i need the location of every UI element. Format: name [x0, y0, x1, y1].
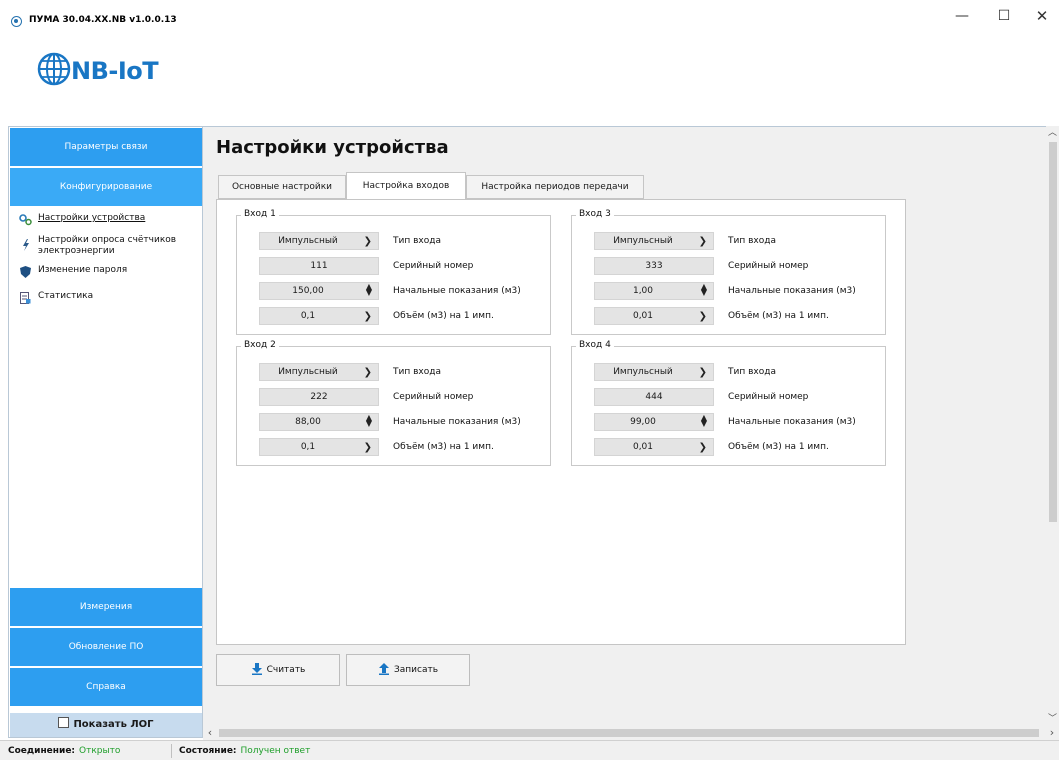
- tab-input-settings[interactable]: Настройка входов: [346, 172, 466, 200]
- serial-number-field[interactable]: 111: [259, 257, 379, 275]
- volume-per-pulse-select[interactable]: 0,01 ❯: [594, 438, 714, 456]
- nav-help[interactable]: Справка: [10, 668, 202, 707]
- show-log-toggle[interactable]: Показать ЛОГ: [10, 713, 202, 737]
- vertical-scrollbar[interactable]: ︿ ﹀: [1046, 126, 1059, 726]
- menu-change-password-label: Изменение пароля: [38, 265, 128, 275]
- nav-configuration[interactable]: Конфигурирование: [10, 168, 202, 207]
- show-log-checkbox[interactable]: [58, 717, 70, 728]
- vertical-scroll-thumb[interactable]: [1049, 142, 1057, 522]
- initial-reading-spinbox[interactable]: 1,00 ▲ ▼: [594, 282, 714, 300]
- input-type-select[interactable]: Импульсный ❯: [259, 363, 379, 381]
- tab-transmission-periods[interactable]: Настройка периодов передачи: [466, 175, 644, 199]
- chevron-down-icon: ❯: [698, 367, 707, 378]
- read-button-label: Считать: [266, 665, 306, 675]
- horizontal-scroll-thumb[interactable]: [219, 729, 1039, 737]
- spin-arrows-icon[interactable]: ▲ ▼: [366, 283, 372, 297]
- globe-icon: [37, 52, 71, 86]
- connection-status: Соединение: Открыто: [8, 746, 121, 756]
- input-group-title: Вход 3: [576, 209, 614, 219]
- write-button[interactable]: Записать: [346, 654, 470, 686]
- write-button-label: Записать: [393, 665, 439, 675]
- chevron-down-icon: ❯: [363, 236, 372, 247]
- chevron-down-icon: ❯: [698, 311, 707, 322]
- chevron-down-icon: ❯: [363, 311, 372, 322]
- initial-reading-spinbox[interactable]: 150,00 ▲ ▼: [259, 282, 379, 300]
- menu-meter-polling[interactable]: Настройки опроса счётчиков электроэнерги…: [19, 235, 199, 257]
- scroll-left-icon[interactable]: ‹: [203, 726, 217, 740]
- upload-arrow-icon: [378, 662, 390, 678]
- input-group-4: Вход 4 Импульсный ❯ Тип входа 444 Серийны…: [571, 340, 886, 466]
- nav-firmware-update[interactable]: Обновление ПО: [10, 628, 202, 667]
- menu-change-password[interactable]: Изменение пароля: [19, 265, 127, 278]
- input-type-select[interactable]: Импульсный ❯: [594, 232, 714, 250]
- minimize-button[interactable]: —: [950, 6, 974, 26]
- read-button[interactable]: Считать: [216, 654, 340, 686]
- serial-number-field[interactable]: 333: [594, 257, 714, 275]
- spin-arrows-icon[interactable]: ▲ ▼: [366, 414, 372, 428]
- chevron-down-icon: ❯: [698, 442, 707, 453]
- volume-per-pulse-select[interactable]: 0,1 ❯: [259, 307, 379, 325]
- show-log-label: Показать ЛОГ: [73, 719, 154, 730]
- nav-connection-params[interactable]: Параметры связи: [10, 128, 202, 167]
- status-bar: Соединение: Открыто Состояние: Получен отв…: [0, 740, 1059, 760]
- chevron-down-icon: ❯: [698, 236, 707, 247]
- spin-arrows-icon[interactable]: ▲ ▼: [701, 414, 707, 428]
- horizontal-scrollbar[interactable]: ‹ ›: [203, 726, 1059, 740]
- serial-number-field[interactable]: 444: [594, 388, 714, 406]
- maximize-button[interactable]: ☐: [992, 6, 1016, 26]
- scroll-down-icon[interactable]: ﹀: [1046, 712, 1059, 726]
- nav-measurements[interactable]: Измерения: [10, 588, 202, 627]
- input-type-select[interactable]: Импульсный ❯: [594, 363, 714, 381]
- menu-statistics[interactable]: Статистика: [19, 291, 93, 304]
- spin-arrows-icon[interactable]: ▲ ▼: [701, 283, 707, 297]
- title-bar: ПУМА 30.04.XX.NB v1.0.0.13 — ☐ ✕: [0, 0, 1059, 38]
- state-status: Состояние: Получен ответ: [179, 746, 311, 756]
- menu-device-settings[interactable]: Настройки устройства: [19, 213, 145, 226]
- status-divider: [171, 744, 172, 758]
- volume-per-pulse-select[interactable]: 0,1 ❯: [259, 438, 379, 456]
- input-type-select[interactable]: Импульсный ❯: [259, 232, 379, 250]
- scroll-right-icon[interactable]: ›: [1045, 726, 1059, 740]
- menu-meter-polling-label: Настройки опроса счётчиков электроэнерги…: [38, 235, 177, 256]
- logo-text: NB-IoT: [71, 57, 159, 85]
- input-group-title: Вход 1: [241, 209, 279, 219]
- lightning-icon: [19, 238, 32, 251]
- window-title: ПУМА 30.04.XX.NB v1.0.0.13: [29, 15, 177, 25]
- input-group-3: Вход 3 Импульсный ❯ Тип входа 333 Серийны…: [571, 209, 886, 335]
- menu-device-settings-label: Настройки устройства: [38, 213, 146, 223]
- chevron-down-icon: ❯: [363, 442, 372, 453]
- input-group-title: Вход 2: [241, 340, 279, 350]
- menu-statistics-label: Статистика: [38, 291, 94, 301]
- tab-basic-settings[interactable]: Основные настройки: [218, 175, 346, 199]
- close-button[interactable]: ✕: [1030, 6, 1054, 26]
- app-icon: [11, 16, 22, 27]
- sidebar: Параметры связи Конфигурирование Настрой…: [8, 126, 203, 738]
- download-arrow-icon: [251, 662, 263, 678]
- volume-per-pulse-select[interactable]: 0,01 ❯: [594, 307, 714, 325]
- report-icon: [19, 291, 32, 304]
- input-group-title: Вход 4: [576, 340, 614, 350]
- shield-icon: [19, 265, 32, 278]
- scroll-up-icon[interactable]: ︿: [1046, 126, 1059, 140]
- input-group-1: Вход 1 Импульсный ❯ Тип входа 111 Серийны…: [236, 209, 551, 335]
- page-title: Настройки устройства: [216, 137, 449, 158]
- tab-panel: Вход 1 Импульсный ❯ Тип входа 111 Серийны…: [216, 199, 906, 645]
- serial-number-field[interactable]: 222: [259, 388, 379, 406]
- initial-reading-spinbox[interactable]: 88,00 ▲ ▼: [259, 413, 379, 431]
- gears-icon: [19, 213, 32, 226]
- input-group-2: Вход 2 Импульсный ❯ Тип входа 222 Серийны…: [236, 340, 551, 466]
- initial-reading-spinbox[interactable]: 99,00 ▲ ▼: [594, 413, 714, 431]
- chevron-down-icon: ❯: [363, 367, 372, 378]
